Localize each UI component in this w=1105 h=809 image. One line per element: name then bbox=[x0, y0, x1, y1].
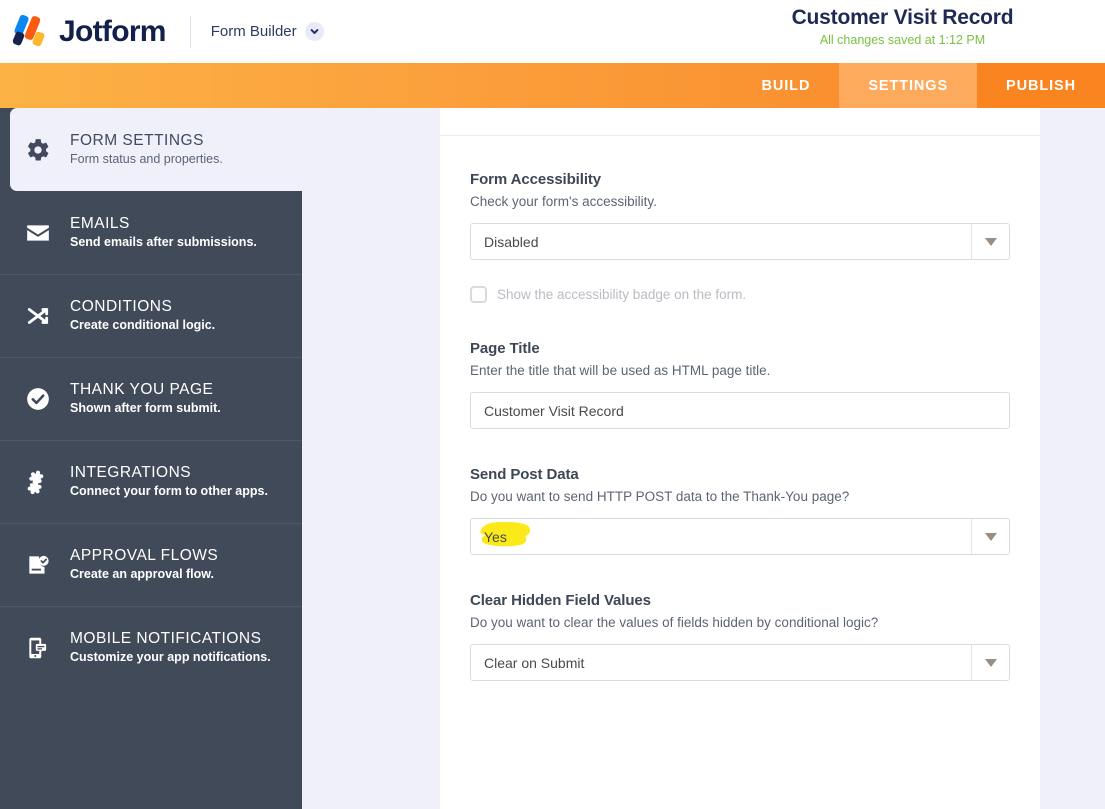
accessibility-select[interactable]: Disabled bbox=[470, 223, 1010, 260]
send-post-data-select[interactable]: Yes bbox=[470, 518, 1010, 555]
settings-sidebar: FORM SETTINGS Form status and properties… bbox=[0, 108, 302, 809]
setting-label: Form Accessibility bbox=[470, 171, 602, 188]
accessibility-badge-checkbox-row[interactable]: Show the accessibility badge on the form… bbox=[470, 286, 1010, 303]
sidebar-item-desc: Create conditional logic. bbox=[70, 317, 216, 332]
settings-content-panel: Form Accessibility Check your form's acc… bbox=[440, 108, 1040, 809]
setting-description: Enter the title that will be used as HTM… bbox=[470, 363, 771, 378]
setting-description: Do you want to clear the values of field… bbox=[470, 615, 879, 630]
puzzle-icon bbox=[22, 469, 54, 495]
setting-clear-hidden-field-values: Clear Hidden Field Values Do you want to… bbox=[470, 592, 1010, 681]
envelope-icon bbox=[22, 220, 54, 246]
sidebar-item-desc: Create an approval flow. bbox=[70, 566, 215, 581]
sidebar-item-thank-you-page[interactable]: THANK YOU PAGE Shown after form submit. bbox=[0, 357, 302, 440]
form-builder-menu[interactable]: Form Builder bbox=[211, 22, 324, 41]
page-title: Customer Visit Record bbox=[791, 6, 1014, 29]
clear-hidden-select-value: Clear on Submit bbox=[484, 654, 585, 671]
sidebar-item-conditions[interactable]: CONDITIONS Create conditional logic. bbox=[0, 274, 302, 357]
sidebar-item-title: APPROVAL FLOWS bbox=[70, 546, 219, 564]
sidebar-item-title: FORM SETTINGS bbox=[70, 131, 204, 149]
setting-label: Send Post Data bbox=[470, 466, 579, 483]
chevron-down-icon bbox=[971, 224, 1009, 259]
jotform-settings-page: Jotform Form Builder Customer Visit Reco… bbox=[0, 0, 1105, 809]
send-post-data-select-value: Yes bbox=[484, 528, 507, 545]
sidebar-item-mobile-notifications[interactable]: MOBILE NOTIFICATIONS Customize your app … bbox=[0, 606, 302, 689]
sidebar-item-desc: Connect your form to other apps. bbox=[70, 483, 268, 498]
save-status: All changes saved at 1:12 PM bbox=[819, 33, 986, 47]
header-divider bbox=[189, 15, 191, 48]
sidebar-item-integrations[interactable]: INTEGRATIONS Connect your form to other … bbox=[0, 440, 302, 523]
gear-icon bbox=[22, 137, 54, 163]
clear-hidden-select[interactable]: Clear on Submit bbox=[470, 644, 1010, 681]
sidebar-item-desc: Form status and properties. bbox=[70, 151, 223, 166]
sidebar-item-title: MOBILE NOTIFICATIONS bbox=[70, 629, 262, 647]
check-circle-icon bbox=[22, 386, 54, 412]
jotform-logo-icon bbox=[11, 13, 48, 50]
chevron-down-icon bbox=[971, 645, 1009, 680]
brand-name: Jotform bbox=[59, 14, 166, 48]
approval-document-icon bbox=[22, 552, 54, 578]
jotform-logo[interactable]: Jotform bbox=[11, 0, 166, 63]
chevron-down-icon bbox=[304, 22, 324, 41]
shuffle-icon bbox=[22, 303, 54, 329]
setting-page-title: Page Title Enter the title that will be … bbox=[470, 340, 1010, 429]
sidebar-item-emails[interactable]: EMAILS Send emails after submissions. bbox=[0, 191, 302, 274]
sidebar-item-desc: Customize your app notifications. bbox=[70, 649, 271, 664]
sidebar-item-title: THANK YOU PAGE bbox=[70, 380, 214, 398]
app-header: Jotform Form Builder Customer Visit Reco… bbox=[0, 0, 1105, 63]
setting-label: Clear Hidden Field Values bbox=[470, 592, 651, 609]
content-top-strip bbox=[440, 108, 1040, 136]
setting-description: Do you want to send HTTP POST data to th… bbox=[470, 489, 850, 504]
form-builder-label: Form Builder bbox=[210, 23, 297, 40]
setting-send-post-data: Send Post Data Do you want to send HTTP … bbox=[470, 466, 1010, 555]
setting-label: Page Title bbox=[470, 340, 540, 357]
sidebar-item-desc: Shown after form submit. bbox=[70, 400, 221, 415]
sidebar-item-desc: Send emails after submissions. bbox=[70, 234, 257, 249]
builder-navbar: BUILD SETTINGS PUBLISH bbox=[0, 63, 1105, 108]
tab-settings[interactable]: SETTINGS bbox=[839, 63, 978, 108]
sidebar-item-approval-flows[interactable]: APPROVAL FLOWS Create an approval flow. bbox=[0, 523, 302, 606]
sidebar-item-title: EMAILS bbox=[70, 214, 130, 232]
setting-form-accessibility: Form Accessibility Check your form's acc… bbox=[470, 171, 1010, 303]
chevron-down-icon bbox=[971, 519, 1009, 554]
sidebar-item-form-settings[interactable]: FORM SETTINGS Form status and properties… bbox=[10, 108, 302, 191]
tab-build[interactable]: BUILD bbox=[733, 63, 840, 108]
checkbox-label: Show the accessibility badge on the form… bbox=[497, 287, 747, 302]
sidebar-item-title: CONDITIONS bbox=[70, 297, 173, 315]
accessibility-select-value: Disabled bbox=[484, 233, 539, 250]
tab-publish[interactable]: PUBLISH bbox=[977, 63, 1105, 108]
setting-description: Check your form's accessibility. bbox=[470, 194, 657, 209]
sidebar-item-title: INTEGRATIONS bbox=[70, 463, 192, 481]
checkbox-icon[interactable] bbox=[470, 286, 487, 303]
page-title-input[interactable] bbox=[470, 392, 1010, 429]
mobile-bell-icon bbox=[22, 635, 54, 661]
